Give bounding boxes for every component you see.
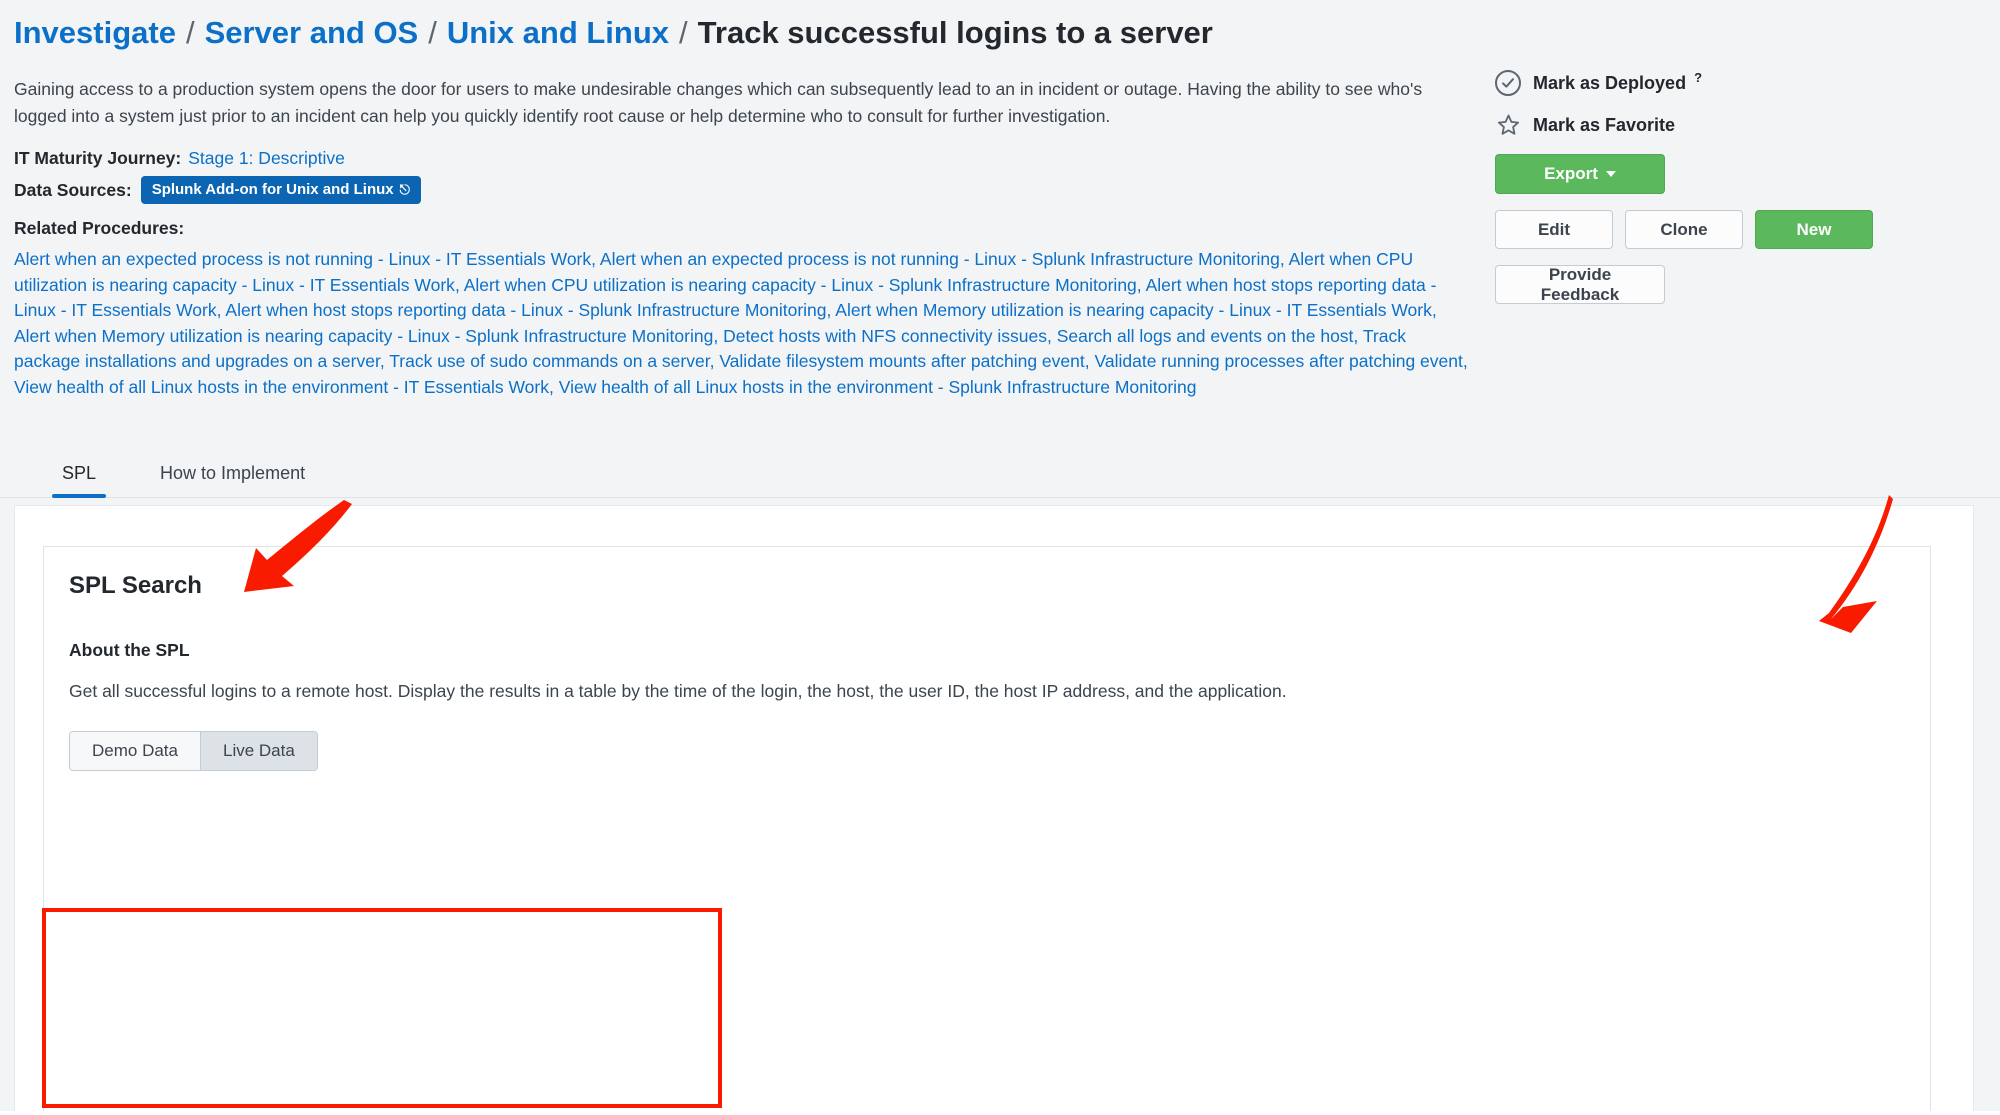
related-procedure-separator: , [1462, 351, 1468, 371]
related-procedure-separator: , [1046, 325, 1057, 346]
related-procedure-separator: , [1279, 249, 1289, 269]
export-button[interactable]: Export [1495, 154, 1665, 194]
related-procedure-link[interactable]: Track use of sudo commands on a server [389, 351, 709, 371]
data-source-badge-label: Splunk Add-on for Unix and Linux [151, 181, 394, 198]
new-button[interactable]: New [1755, 210, 1873, 249]
related-procedure-separator: , [591, 249, 600, 269]
page-root: Investigate / Server and OS / Unix and L… [0, 0, 2000, 1115]
related-procedure-link[interactable]: Alert when an expected process is not ru… [600, 249, 1280, 269]
related-procedure-link[interactable]: Validate filesystem mounts after patchin… [719, 351, 1084, 371]
related-procedure-separator: , [1353, 325, 1363, 346]
breadcrumb: Investigate / Server and OS / Unix and L… [0, 0, 2000, 58]
chevron-down-icon [1605, 171, 1616, 177]
mark-as-favorite-button[interactable]: Mark as Favorite [1495, 112, 1975, 138]
page-description: Gaining access to a production system op… [14, 79, 1423, 126]
data-source-badge[interactable]: Splunk Add-on for Unix and Linux ⎋ [140, 176, 421, 204]
page-header: Investigate / Server and OS / Unix and L… [0, 0, 2000, 500]
related-procedure-separator: , [379, 351, 390, 371]
mark-as-deployed-label: Mark as Deployed [1533, 72, 1687, 93]
related-procedure-link[interactable]: Alert when Memory utilization is nearing… [835, 300, 1432, 320]
mark-as-favorite-label: Mark as Favorite [1533, 114, 1676, 135]
maturity-label: IT Maturity Journey: [14, 148, 182, 168]
external-link-icon: ⎋ [399, 182, 410, 197]
related-procedure-separator: , [549, 376, 559, 397]
breadcrumb-separator: / [679, 15, 688, 50]
related-procedure-link[interactable]: View health of all Linux hosts in the en… [14, 377, 549, 397]
related-procedure-link[interactable]: Alert when CPU utilization is nearing ca… [464, 275, 1137, 295]
star-icon [1495, 112, 1521, 138]
maturity-value-link[interactable]: Stage 1: Descriptive [188, 144, 345, 172]
related-procedure-separator: , [1431, 300, 1437, 320]
help-hint-icon[interactable]: ? [1694, 70, 1702, 85]
page-title: Track successful logins to a server [697, 15, 1213, 50]
clone-button[interactable]: Clone [1625, 210, 1743, 249]
related-procedure-separator: , [713, 325, 724, 346]
about-spl-heading: About the SPL [69, 640, 190, 660]
related-procedure-link[interactable]: View health of all Linux hosts in the en… [559, 377, 1197, 397]
tab-spl[interactable]: SPL [52, 455, 107, 498]
button-row: Edit Clone New [1495, 210, 1975, 249]
provide-feedback-button[interactable]: Provide Feedback [1495, 265, 1665, 304]
spl-panel-title: SPL Search [69, 572, 202, 599]
check-circle-icon [1495, 70, 1521, 96]
breadcrumb-item-investigate[interactable]: Investigate [14, 8, 176, 58]
spl-panel: SPL Search About the SPL Get all success… [43, 546, 1931, 1115]
main-content-card: SPL Search About the SPL Get all success… [14, 505, 1974, 1115]
data-mode-toggle: Demo Data Live Data [69, 731, 318, 771]
related-procedure-link[interactable]: Search all logs and events on the host [1057, 326, 1354, 346]
breadcrumb-separator: / [428, 15, 437, 50]
related-procedure-separator: , [709, 351, 720, 371]
related-procedure-separator: , [826, 300, 836, 320]
export-button-label: Export [1544, 164, 1598, 183]
related-procedure-link[interactable]: Detect hosts with NFS connectivity issue… [723, 326, 1047, 346]
toggle-live-data[interactable]: Live Data [199, 732, 317, 770]
related-procedure-link[interactable]: Alert when host stops reporting data - L… [225, 300, 826, 320]
mark-as-deployed-button[interactable]: Mark as Deployed ? [1495, 70, 1975, 96]
related-procedure-separator: , [1136, 274, 1146, 295]
breadcrumb-separator: / [185, 15, 195, 50]
breadcrumb-item-unix-and-linux[interactable]: Unix and Linux [447, 8, 669, 58]
related-procedures-list: Alert when an expected process is not ru… [14, 247, 1474, 400]
page-bottom-edge [0, 1111, 2000, 1115]
related-procedure-link[interactable]: Alert when an expected process is not ru… [14, 249, 591, 269]
data-sources-label: Data Sources: [14, 179, 132, 200]
edit-button[interactable]: Edit [1495, 210, 1613, 249]
breadcrumb-item-server-and-os[interactable]: Server and OS [205, 8, 419, 58]
related-procedure-separator: , [454, 274, 464, 295]
about-spl-text: Get all successful logins to a remote ho… [69, 681, 1287, 701]
related-procedure-link[interactable]: Validate running processes after patchin… [1094, 351, 1462, 371]
related-procedure-link[interactable]: Alert when Memory utilization is nearing… [14, 326, 713, 346]
tab-bar: SPL How to Implement [0, 455, 2000, 498]
tab-how-to-implement[interactable]: How to Implement [150, 455, 315, 497]
action-panel: Mark as Deployed ? Mark as Favorite Expo… [1495, 70, 1975, 304]
toggle-demo-data[interactable]: Demo Data [70, 732, 200, 770]
